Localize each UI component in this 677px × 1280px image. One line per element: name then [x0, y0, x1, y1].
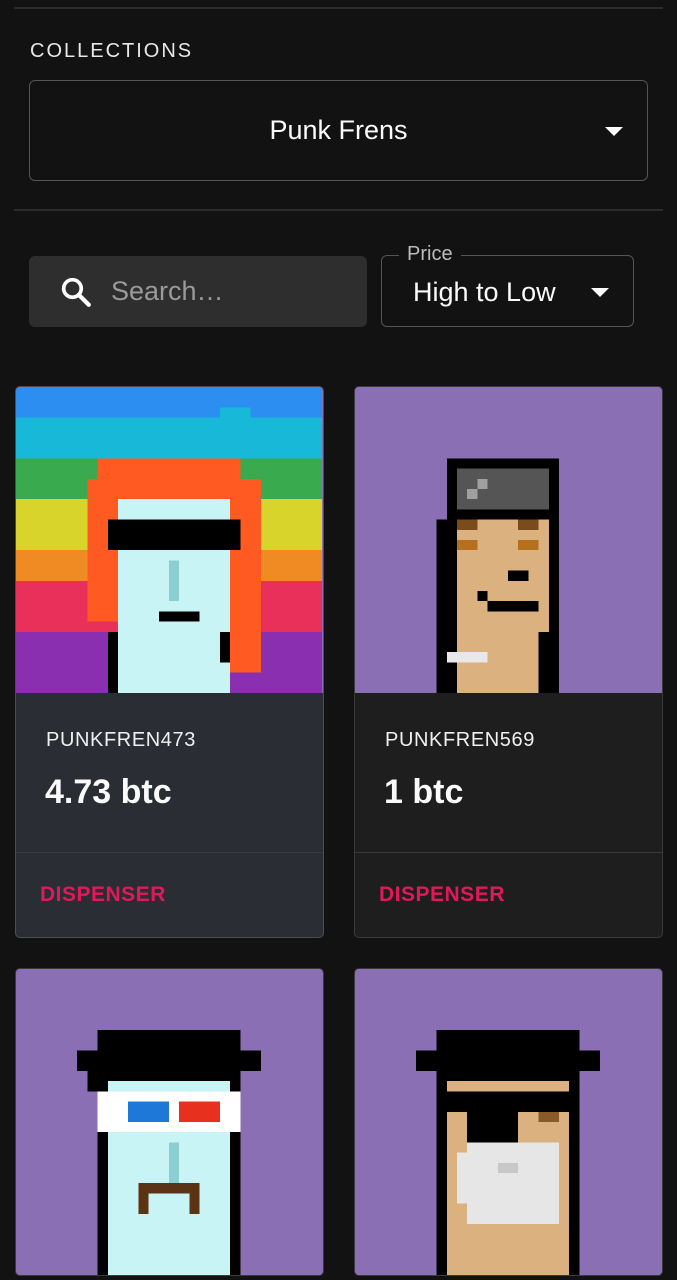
nft-card-punkfren473[interactable]: PUNKFREN473 4.73 btc DISPENSER	[15, 386, 324, 938]
nft-card[interactable]	[15, 968, 324, 1276]
nft-name: PUNKFREN473	[46, 729, 196, 751]
section-divider	[14, 209, 663, 211]
punk-eyepatch-art	[355, 969, 662, 1275]
sort-select-label: Price	[399, 243, 461, 266]
nft-card-punkfren569[interactable]: PUNKFREN569 1 btc DISPENSER	[354, 386, 663, 938]
dispenser-button[interactable]: DISPENSER	[355, 853, 662, 937]
punk-3d-glasses-art	[16, 969, 323, 1275]
nft-price: 4.73 btc	[45, 773, 172, 811]
collections-label: COLLECTIONS	[30, 40, 194, 62]
card-info: PUNKFREN473 4.73 btc	[16, 693, 323, 853]
sort-select-value: High to Low	[413, 277, 556, 307]
search-icon	[61, 277, 91, 307]
chevron-down-icon	[591, 288, 609, 297]
chevron-down-icon	[605, 127, 623, 136]
sort-select[interactable]: Price High to Low	[381, 243, 634, 327]
collection-select[interactable]: Punk Frens	[29, 80, 648, 181]
card-info: PUNKFREN569 1 btc	[355, 693, 662, 853]
top-divider	[14, 7, 663, 9]
punk-fren-569-art	[355, 387, 662, 693]
collection-select-value: Punk Frens	[269, 115, 408, 145]
punk-fren-473-art	[16, 387, 323, 693]
search-input[interactable]	[111, 276, 331, 307]
dispenser-button[interactable]: DISPENSER	[16, 853, 323, 937]
nft-price: 1 btc	[384, 773, 464, 811]
nft-name: PUNKFREN569	[385, 729, 535, 751]
nft-card[interactable]	[354, 968, 663, 1276]
search-box[interactable]	[29, 256, 367, 327]
page: COLLECTIONS Punk Frens Price High to Low	[0, 0, 677, 1280]
